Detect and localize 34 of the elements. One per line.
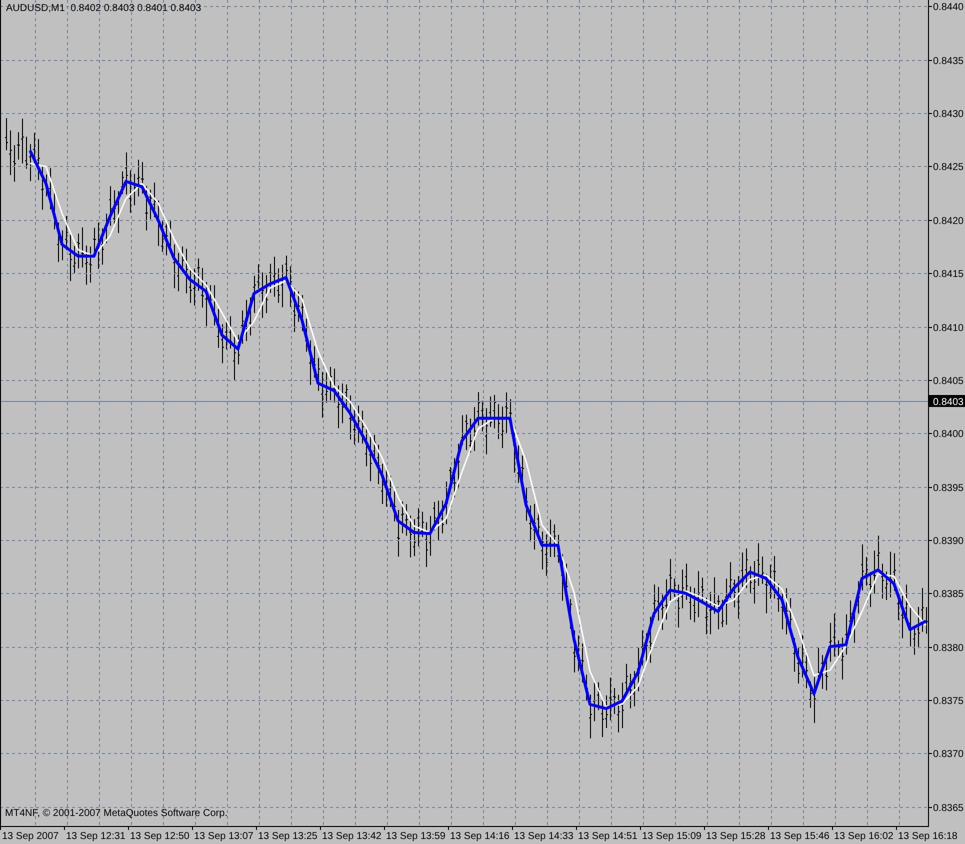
current-price-label: 0.8403 xyxy=(929,395,965,408)
time-axis-label: 13 Sep 12:50 xyxy=(130,831,190,842)
time-axis-label: 13 Sep 2007 xyxy=(2,831,59,842)
price-axis-label: 0.8385 xyxy=(933,589,964,600)
time-axis-label: 13 Sep 13:07 xyxy=(194,831,254,842)
time-axis-label: 13 Sep 16:18 xyxy=(898,831,958,842)
time-axis-label: 13 Sep 15:46 xyxy=(770,831,830,842)
time-axis-label: 13 Sep 14:33 xyxy=(514,831,574,842)
price-axis-label: 0.8415 xyxy=(933,269,964,280)
price-axis-label: 0.8390 xyxy=(933,536,964,547)
symbol-info: AUDUSD,M1 0.8402 0.8403 0.8401 0.8403 xyxy=(6,3,202,15)
time-axis-label: 13 Sep 13:59 xyxy=(386,831,446,842)
time-axis-label: 13 Sep 15:28 xyxy=(706,831,766,842)
price-axis-label: 0.8410 xyxy=(933,323,964,334)
copyright-text: MT4NF, © 2001-2007 MetaQuotes Software Corp. xyxy=(5,808,228,820)
time-axis-label: 13 Sep 14:16 xyxy=(450,831,510,842)
price-axis-label: 0.8435 xyxy=(933,56,964,67)
time-axis-label: 13 Sep 16:02 xyxy=(834,831,894,842)
time-axis-label: 13 Sep 14:51 xyxy=(578,831,638,842)
time-axis-label: 13 Sep 15:09 xyxy=(642,831,702,842)
price-axis-label: 0.8420 xyxy=(933,216,964,227)
time-axis-label: 13 Sep 13:25 xyxy=(258,831,318,842)
price-axis-label: 0.8440 xyxy=(933,2,964,13)
price-axis-label: 0.8400 xyxy=(933,429,964,440)
price-axis-label: 0.8395 xyxy=(933,483,964,494)
price-axis-label: 0.8375 xyxy=(933,696,964,707)
time-axis-label: 13 Sep 13:42 xyxy=(322,831,382,842)
price-axis-label: 0.8380 xyxy=(933,643,964,654)
price-axis-label: 0.8370 xyxy=(933,749,964,760)
time-axis-label: 13 Sep 12:31 xyxy=(66,831,126,842)
price-axis-label: 0.8365 xyxy=(933,803,964,814)
price-axis-label: 0.8425 xyxy=(933,162,964,173)
price-axis-label: 0.8430 xyxy=(933,109,964,120)
price-axis-label: 0.8405 xyxy=(933,376,964,387)
